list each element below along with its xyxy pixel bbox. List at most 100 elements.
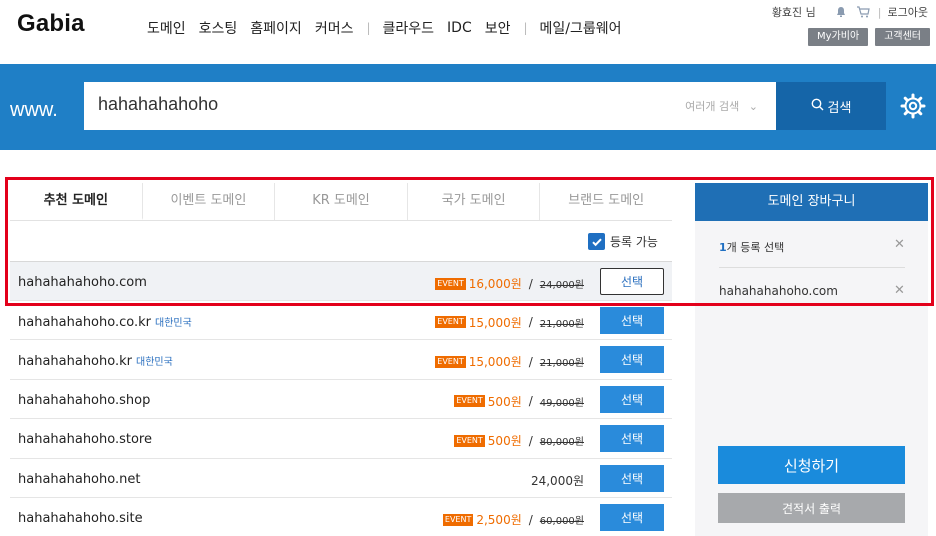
quick-buttons: My가비아 고객센터: [808, 28, 930, 46]
tab-kr[interactable]: KR 도메인: [275, 183, 408, 220]
multi-search-toggle[interactable]: 여러개 검색 ⌄: [685, 98, 758, 114]
print-quote-button[interactable]: 견적서 출력: [718, 493, 905, 523]
cart-divider: [719, 267, 905, 268]
price: EVENT 500원 / 49,000원: [454, 394, 584, 409]
nav-idc[interactable]: IDC: [447, 20, 472, 36]
original-price: 21,000원: [539, 318, 584, 330]
available-filter[interactable]: 등록 가능: [588, 233, 658, 250]
close-icon[interactable]: ✕: [894, 283, 905, 298]
settings-gear-icon[interactable]: [900, 93, 926, 119]
select-button[interactable]: 선택: [600, 306, 664, 334]
main-nav: 도메인 호스팅 홈페이지 커머스 | 클라우드 IDC 보안 | 메일/그룹웨어: [147, 18, 635, 38]
domain-search-input[interactable]: hahahahahoho 여러개 검색 ⌄: [84, 82, 776, 130]
original-price: 80,000원: [539, 437, 584, 448]
original-price: 24,000원: [539, 280, 584, 291]
event-badge: EVENT: [435, 316, 466, 328]
tab-recommended[interactable]: 추천 도메인: [10, 183, 143, 220]
nav-hosting[interactable]: 호스팅: [199, 18, 238, 38]
cart-count-number: 1: [719, 241, 727, 254]
select-button[interactable]: 선택: [600, 346, 664, 373]
event-badge: EVENT: [435, 355, 466, 368]
support-button[interactable]: 고객센터: [875, 28, 930, 46]
event-badge: EVENT: [454, 434, 485, 447]
event-badge: EVENT: [435, 277, 466, 290]
domain-cart: 도메인 장바구니 1개 등록 선택 ✕ hahahahahoho.com ✕ 신…: [695, 183, 928, 536]
nav-commerce[interactable]: 커머스: [315, 18, 354, 38]
bell-icon[interactable]: [834, 5, 848, 19]
table-row: hahahahahoho.net 24,000원 선택: [10, 459, 672, 498]
event-price: 500원: [487, 434, 522, 448]
select-button[interactable]: 선택: [600, 464, 664, 492]
chevron-down-icon: ⌄: [748, 100, 758, 113]
price: EVENT 500원 / 80,000원: [454, 433, 584, 448]
available-checkbox[interactable]: [588, 233, 605, 250]
logout-link[interactable]: 로그아웃: [888, 4, 928, 20]
user-utility-bar: 황효진 님 | 로그아웃: [772, 4, 928, 20]
checkmark-icon: [591, 238, 602, 246]
tab-country[interactable]: 국가 도메인: [407, 183, 541, 220]
table-row: hahahahahoho.store EVENT 500원 / 80,000원 …: [10, 419, 672, 459]
search-query[interactable]: hahahahahoho: [98, 94, 218, 115]
domain-category-tabs: 추천 도메인 이벤트 도메인 KR 도메인 국가 도메인 브랜드 도메인: [10, 183, 672, 221]
price: EVENT 15,000원 / 21,000원: [435, 315, 584, 330]
select-button[interactable]: 선택: [600, 425, 664, 452]
original-price: 49,000원: [539, 397, 584, 409]
price: EVENT 2,500원 / 60,000원: [442, 512, 584, 527]
nav-cloud[interactable]: 클라우드: [383, 18, 435, 38]
nav-divider: |: [523, 21, 528, 35]
event-badge: EVENT: [454, 395, 485, 407]
price: EVENT 16,000원 / 24,000원: [435, 276, 584, 291]
domain-name: hahahahahoho.com: [18, 275, 147, 290]
country-tag: 대한민국: [136, 357, 173, 368]
cart-item: hahahahahoho.com: [719, 284, 838, 298]
cart-count: 1개 등록 선택: [719, 239, 784, 255]
domain-name: hahahahahoho.site: [18, 511, 143, 526]
user-name[interactable]: 황효진 님: [772, 4, 816, 20]
multi-search-label: 여러개 검색: [685, 100, 740, 113]
domain-name: hahahahahoho.net: [18, 471, 141, 487]
nav-security[interactable]: 보안: [485, 18, 511, 38]
domain-name: hahahahahoho.co.kr: [18, 314, 151, 330]
table-row: hahahahahoho.kr 대한민국 EVENT 15,000원 / 21,0…: [10, 340, 672, 380]
search-banner: www. hahahahahoho 여러개 검색 ⌄ 검색: [0, 64, 936, 150]
cart-count-label: 개 등록 선택: [726, 241, 785, 254]
domain-results-list: hahahahahoho.com EVENT 16,000원 / 24,000원…: [10, 261, 672, 536]
select-button[interactable]: 선택: [600, 385, 664, 413]
tab-event[interactable]: 이벤트 도메인: [142, 183, 276, 220]
nav-domain[interactable]: 도메인: [147, 18, 186, 38]
table-row: hahahahahoho.site EVENT 2,500원 / 60,000원…: [10, 498, 672, 536]
nav-mail-groupware[interactable]: 메일/그룹웨어: [540, 18, 622, 38]
domain-name: hahahahahoho.store: [18, 432, 152, 447]
my-gabia-button[interactable]: My가비아: [808, 28, 869, 46]
gabia-logo[interactable]: Gabia: [17, 10, 85, 38]
search-button-label: 검색: [827, 100, 852, 116]
original-price: 60,000원: [539, 516, 584, 527]
cart-title: 도메인 장바구니: [695, 183, 928, 221]
domain-name: hahahahahoho.kr: [18, 354, 132, 369]
event-price: 15,000원: [468, 315, 522, 330]
apply-button[interactable]: 신청하기: [718, 446, 905, 484]
regular-price: 24,000원: [530, 473, 584, 488]
close-icon[interactable]: ✕: [894, 237, 905, 252]
nav-divider: |: [366, 21, 371, 35]
event-price: 500원: [487, 394, 522, 409]
domain-name: hahahahahoho.shop: [18, 392, 151, 408]
available-label: 등록 가능: [610, 235, 658, 249]
event-price: 2,500원: [476, 513, 522, 527]
select-button[interactable]: 선택: [600, 268, 664, 295]
table-row: hahahahahoho.shop EVENT 500원 / 49,000원 선…: [10, 380, 672, 419]
country-tag: 대한민국: [155, 317, 192, 329]
tab-brand[interactable]: 브랜드 도메인: [540, 183, 672, 220]
www-prefix: www.: [10, 99, 58, 121]
event-price: 16,000원: [468, 277, 522, 291]
util-divider: |: [877, 5, 882, 19]
table-row: hahahahahoho.co.kr 대한민국 EVENT 15,000원 / 2…: [10, 301, 672, 340]
event-price: 15,000원: [468, 355, 522, 369]
cart-icon[interactable]: [856, 5, 870, 19]
price: EVENT 15,000원 / 21,000원: [435, 354, 584, 369]
table-row: hahahahahoho.com EVENT 16,000원 / 24,000원…: [10, 261, 672, 301]
select-button[interactable]: 선택: [600, 504, 664, 531]
search-button[interactable]: 검색: [776, 82, 886, 130]
nav-homepage[interactable]: 홈페이지: [250, 18, 302, 38]
price: 24,000원: [531, 472, 584, 489]
